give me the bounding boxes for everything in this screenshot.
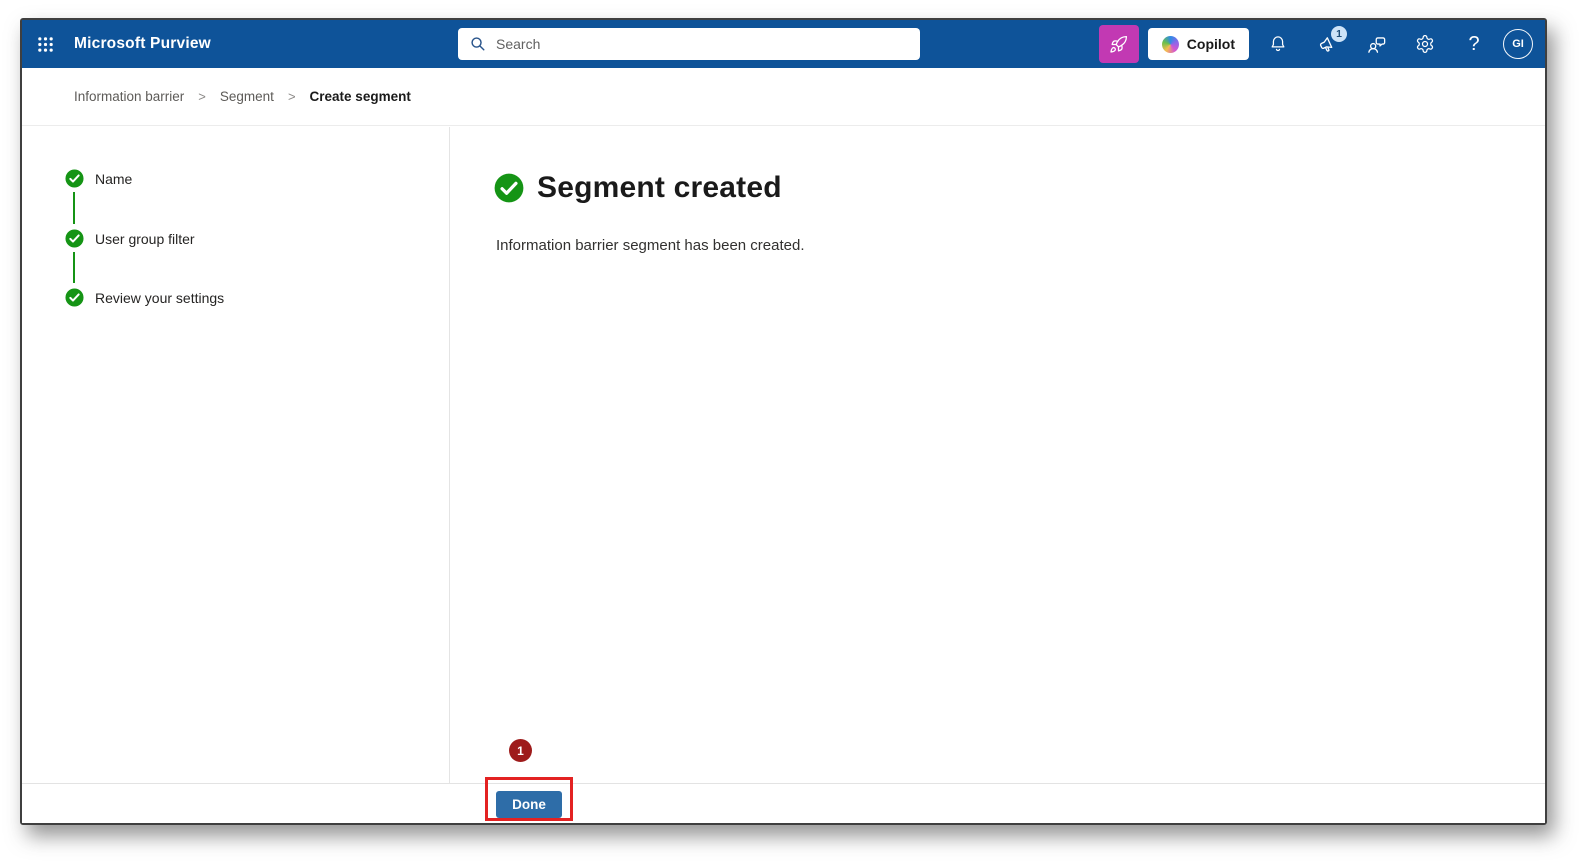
announcements-count-badge: 1 [1331,26,1347,42]
wizard-step-user-group-filter[interactable]: User group filter [65,229,195,248]
breadcrumb: Information barrier > Segment > Create s… [22,68,1545,126]
global-search[interactable] [458,28,920,60]
screenshot-page: Microsoft Purview Search Copilot 1 ? GI … [0,0,1588,868]
step-completed-check-icon [65,288,84,307]
waffle-icon [37,36,53,52]
wizard-step-label: Name [95,170,133,187]
product-title[interactable]: Microsoft Purview [74,35,211,53]
breadcrumb-separator: > [198,89,206,104]
app-launcher-button[interactable] [22,20,68,68]
wizard-step-name[interactable]: Name [65,169,132,188]
app-window-frame: Microsoft Purview Search Copilot 1 ? GI … [20,18,1547,825]
step-completed-check-icon [65,229,84,248]
search-input[interactable] [496,36,908,52]
success-header: Segment created [494,171,782,205]
main-panel: Segment created Information barrier segm… [450,127,1545,783]
breadcrumb-item-segment[interactable]: Segment [220,89,274,104]
annotation-callout-number: 1 [509,739,532,762]
wizard-step-review-your-settings[interactable]: Review your settings [65,288,224,307]
announcements-button[interactable]: 1 [1307,24,1347,64]
rocket-icon [1110,35,1128,53]
top-navigation-bar: Microsoft Purview Search Copilot 1 ? GI [22,20,1545,68]
wizard-steps-sidebar: Name User group filter Review your setti… [22,127,450,783]
search-icon [471,37,485,51]
step-completed-check-icon [65,169,84,188]
bell-icon [1271,36,1285,52]
wizard-step-label: Review your settings [95,289,225,306]
help-button[interactable]: ? [1454,24,1494,64]
breadcrumb-item-information-barrier[interactable]: Information barrier [74,89,184,104]
breadcrumb-item-create-segment: Create segment [309,89,411,104]
success-check-icon [494,173,524,203]
copilot-button[interactable]: Copilot [1147,28,1249,60]
person-feedback-icon [1367,36,1385,53]
success-message: Information barrier segment has been cre… [496,237,805,254]
step-connector-line [73,192,75,224]
feedback-button[interactable] [1356,24,1396,64]
step-connector-line [73,252,75,283]
account-avatar[interactable]: GI [1503,29,1533,59]
copilot-label: Copilot [1186,36,1235,52]
settings-button[interactable] [1405,24,1445,64]
gear-icon [1416,35,1434,53]
topbar-actions: Copilot 1 ? GI [1098,20,1533,68]
wizard-footer: Done [22,783,1545,823]
whats-new-rocket-button[interactable] [1098,25,1139,63]
content-area: Name User group filter Review your setti… [22,127,1545,783]
copilot-logo-icon [1161,35,1179,53]
page-title: Segment created [537,171,782,204]
notifications-button[interactable] [1258,24,1298,64]
done-button[interactable]: Done [496,791,562,818]
wizard-step-label: User group filter [95,230,195,247]
breadcrumb-separator: > [287,89,296,104]
question-mark-icon: ? [1468,32,1480,55]
